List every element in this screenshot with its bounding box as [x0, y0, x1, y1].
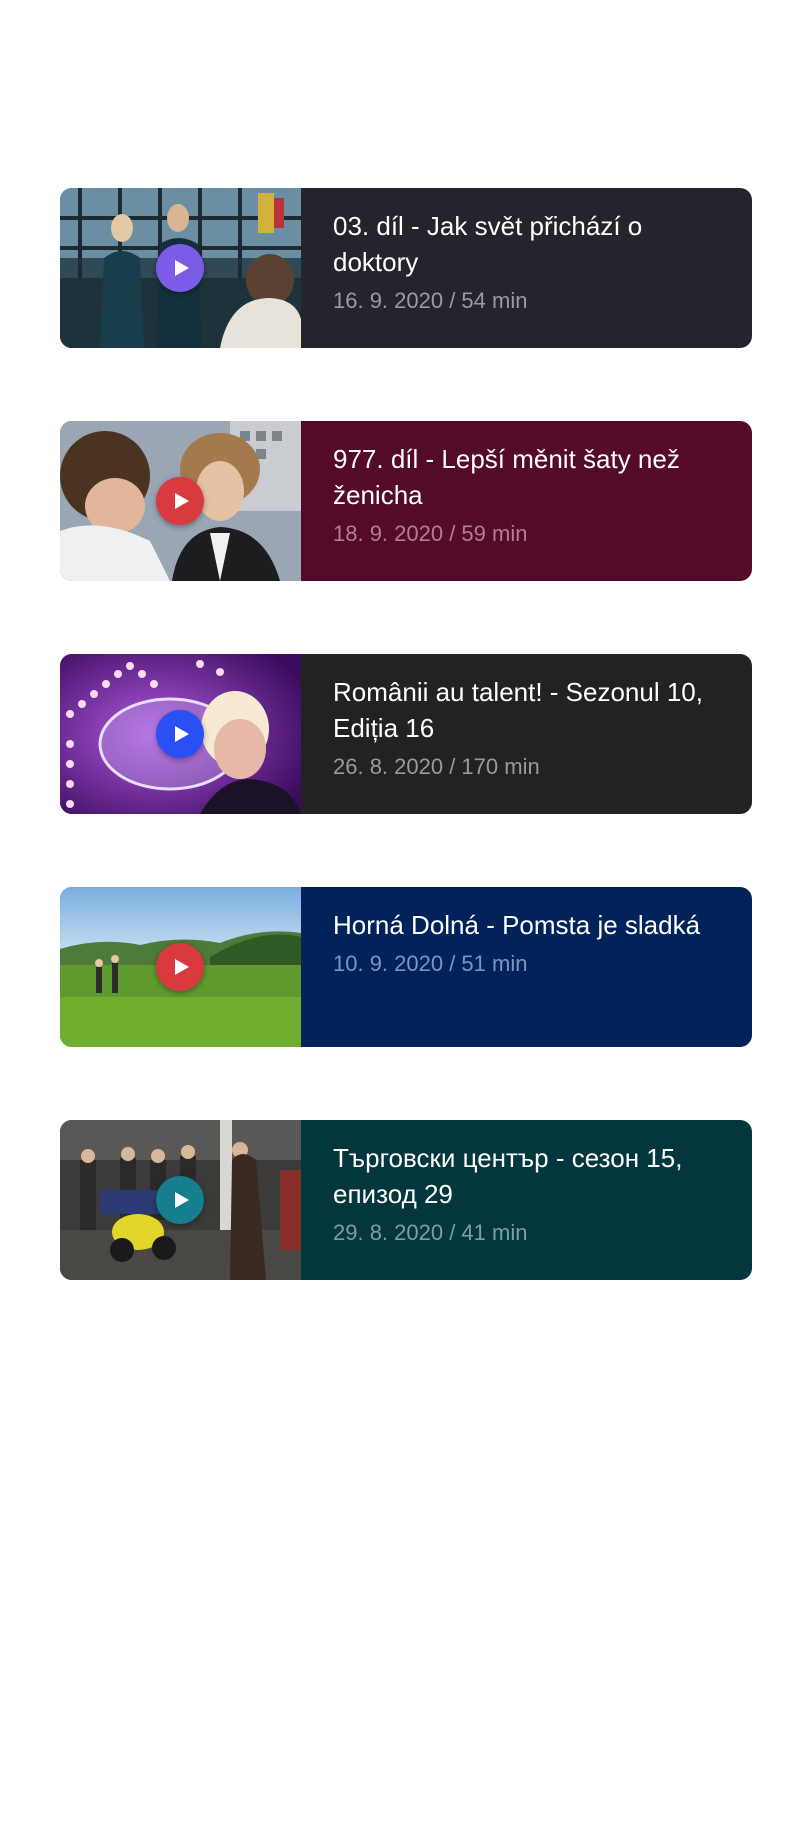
episode-info: Търговски център - сезон 15, епизод 29 2…: [301, 1120, 752, 1280]
episode-card[interactable]: Търговски център - сезон 15, епизод 29 2…: [60, 1120, 752, 1280]
play-icon: [174, 260, 189, 276]
episode-info: 977. díl - Lepší měnit šaty než ženicha …: [301, 421, 752, 581]
episode-meta: 29. 8. 2020 / 41 min: [333, 1220, 528, 1245]
play-button[interactable]: [156, 943, 204, 991]
episode-card[interactable]: Românii au talent! - Sezonul 10, Ediția …: [60, 654, 752, 814]
episode-thumbnail[interactable]: [60, 654, 301, 814]
episode-meta: 16. 9. 2020 / 54 min: [333, 288, 528, 313]
play-icon: [174, 726, 189, 742]
episode-title[interactable]: Horná Dolná - Pomsta je sladká: [333, 907, 720, 943]
episode-card[interactable]: Horná Dolná - Pomsta je sladká 10. 9. 20…: [60, 887, 752, 1047]
play-button[interactable]: [156, 1176, 204, 1224]
episode-meta: 10. 9. 2020 / 51 min: [333, 951, 528, 976]
episode-thumbnail[interactable]: [60, 188, 301, 348]
play-icon: [174, 1192, 189, 1208]
play-button[interactable]: [156, 477, 204, 525]
episode-info: 03. díl - Jak svět přichází o doktory 16…: [301, 188, 752, 348]
episode-card[interactable]: 977. díl - Lepší měnit šaty než ženicha …: [60, 421, 752, 581]
episode-info: Românii au talent! - Sezonul 10, Ediția …: [301, 654, 752, 814]
episode-title[interactable]: Търговски център - сезон 15, епизод 29: [333, 1140, 720, 1212]
episode-info: Horná Dolná - Pomsta je sladká 10. 9. 20…: [301, 887, 752, 1047]
episode-thumbnail[interactable]: [60, 1120, 301, 1280]
play-button[interactable]: [156, 710, 204, 758]
play-button[interactable]: [156, 244, 204, 292]
episode-meta: 18. 9. 2020 / 59 min: [333, 521, 528, 546]
play-icon: [174, 493, 189, 509]
episode-thumbnail[interactable]: [60, 421, 301, 581]
play-icon: [174, 959, 189, 975]
episode-title[interactable]: 03. díl - Jak svět přichází o doktory: [333, 208, 720, 280]
episode-meta: 26. 8. 2020 / 170 min: [333, 754, 540, 779]
episode-list: 03. díl - Jak svět přichází o doktory 16…: [60, 188, 752, 1353]
episode-card[interactable]: 03. díl - Jak svět přichází o doktory 16…: [60, 188, 752, 348]
episode-title[interactable]: Românii au talent! - Sezonul 10, Ediția …: [333, 674, 720, 746]
episode-thumbnail[interactable]: [60, 887, 301, 1047]
episode-title[interactable]: 977. díl - Lepší měnit šaty než ženicha: [333, 441, 720, 513]
